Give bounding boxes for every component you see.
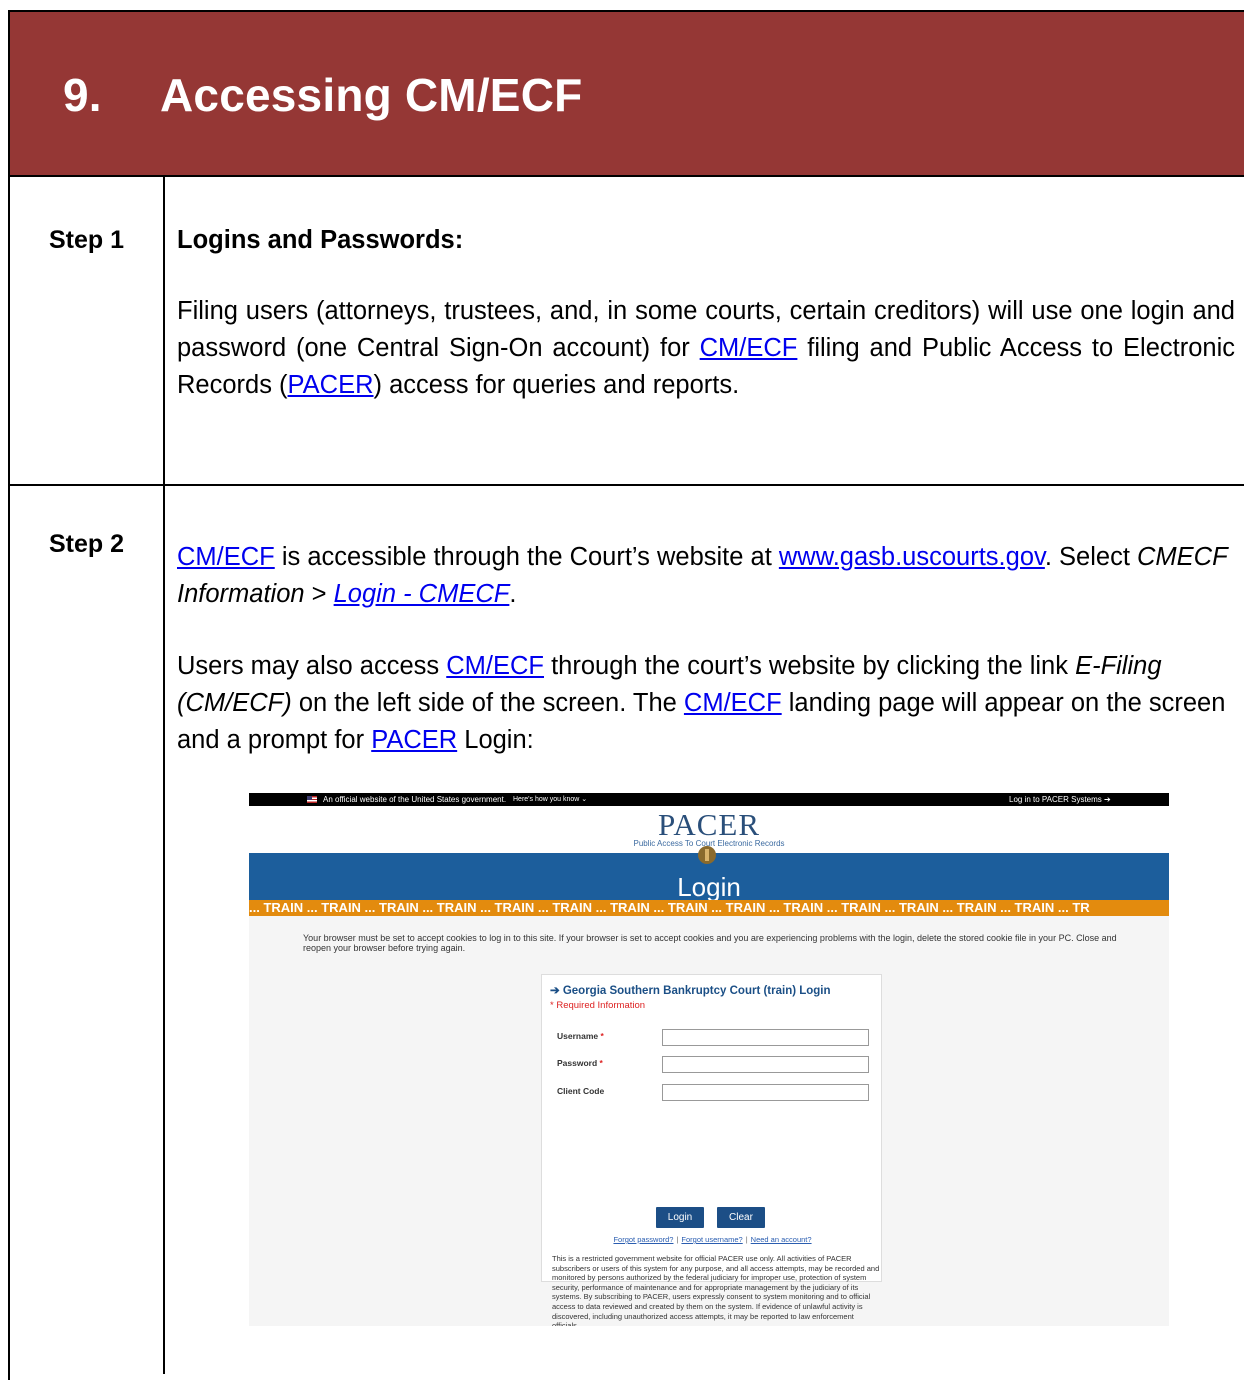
forgot-username-link[interactable]: Forgot username? <box>681 1235 742 1244</box>
gov-banner: An official website of the United States… <box>249 793 1169 806</box>
step-2-paragraph-1: CM/ECF is accessible through the Court’s… <box>177 539 1235 613</box>
cookie-notice: Your browser must be set to accept cooki… <box>303 933 1117 953</box>
cmecf-link[interactable]: CM/ECF <box>684 689 782 717</box>
login-cmecf-link[interactable]: Login - CMECF <box>334 580 510 608</box>
text-run: . <box>509 580 517 608</box>
cmecf-link[interactable]: CM/ECF <box>177 543 275 571</box>
pacer-login-screenshot: An official website of the United States… <box>249 793 1169 1326</box>
document-page: 9. Accessing CM/ECF Step 1 Logins and Pas… <box>0 0 1244 1380</box>
table-divider <box>8 175 1244 177</box>
required-info-note: * Required Information <box>550 1000 646 1011</box>
separator: | <box>676 1235 679 1244</box>
password-label: Password * <box>557 1058 603 1068</box>
court-pillar-icon <box>698 846 716 864</box>
restricted-use-notice: This is a restricted government website … <box>552 1254 880 1326</box>
text-run: > <box>304 580 334 608</box>
cmecf-link[interactable]: CM/ECF <box>446 652 544 680</box>
client-code-label: Client Code <box>557 1086 605 1096</box>
forgot-password-link[interactable]: Forgot password? <box>613 1235 673 1244</box>
account-links: Forgot password? | Forgot username? | Need a… <box>542 1235 883 1244</box>
login-button[interactable]: Login <box>656 1207 704 1228</box>
table-divider <box>8 484 1244 486</box>
table-column-divider <box>163 175 165 1374</box>
separator: | <box>745 1235 748 1244</box>
step-1-label: Step 1 <box>49 226 125 254</box>
train-banner: ... TRAIN ... TRAIN ... TRAIN ... TRAIN … <box>249 900 1169 916</box>
us-flag-icon <box>307 796 317 803</box>
username-input[interactable] <box>662 1029 869 1046</box>
login-pacer-systems-link[interactable]: Log in to PACER Systems ➔ <box>1009 793 1111 806</box>
client-code-input[interactable] <box>662 1084 869 1101</box>
step-1-paragraph: Filing users (attorneys, trustees, and, … <box>177 293 1235 404</box>
label-text: Username <box>557 1031 599 1041</box>
court-website-link[interactable]: www.gasb.uscourts.gov <box>779 543 1045 571</box>
required-star: * <box>599 1058 603 1068</box>
pacer-logo: PACER <box>657 807 761 842</box>
text-run: ) access for queries and reports. <box>373 371 740 399</box>
label-text: Password <box>557 1058 598 1068</box>
need-account-link[interactable]: Need an account? <box>751 1235 812 1244</box>
username-label: Username * <box>557 1031 604 1041</box>
step-2-paragraph-2: Users may also access CM/ECF through the… <box>177 648 1235 759</box>
text-run: . Select <box>1044 543 1137 571</box>
login-banner: Login <box>249 846 1169 902</box>
password-input[interactable] <box>662 1056 869 1073</box>
step-1-heading: Logins and Passwords: <box>177 226 464 254</box>
official-website-text: An official website of the United States… <box>323 795 507 804</box>
text-run: Users may also access <box>177 652 447 680</box>
pacer-link[interactable]: PACER <box>288 371 374 399</box>
required-star: * <box>600 1031 604 1041</box>
pacer-link[interactable]: PACER <box>371 726 457 754</box>
text-run: is accessible through the Court’s websit… <box>274 543 779 571</box>
login-title: Login <box>677 872 741 902</box>
text-run: on the left side of the screen. The <box>291 689 684 717</box>
text-run: Login: <box>457 726 534 754</box>
court-login-heading: ➔ Georgia Southern Bankruptcy Court (tra… <box>550 985 831 997</box>
step-2-label: Step 2 <box>49 530 125 558</box>
text-run: through the court’s website by clicking … <box>544 652 1076 680</box>
cmecf-link[interactable]: CM/ECF <box>700 334 798 362</box>
login-form: ➔ Georgia Southern Bankruptcy Court (tra… <box>541 974 883 1326</box>
clear-button[interactable]: Clear <box>717 1207 765 1228</box>
how-you-know-link[interactable]: Here's how you know ⌄ <box>513 793 587 806</box>
